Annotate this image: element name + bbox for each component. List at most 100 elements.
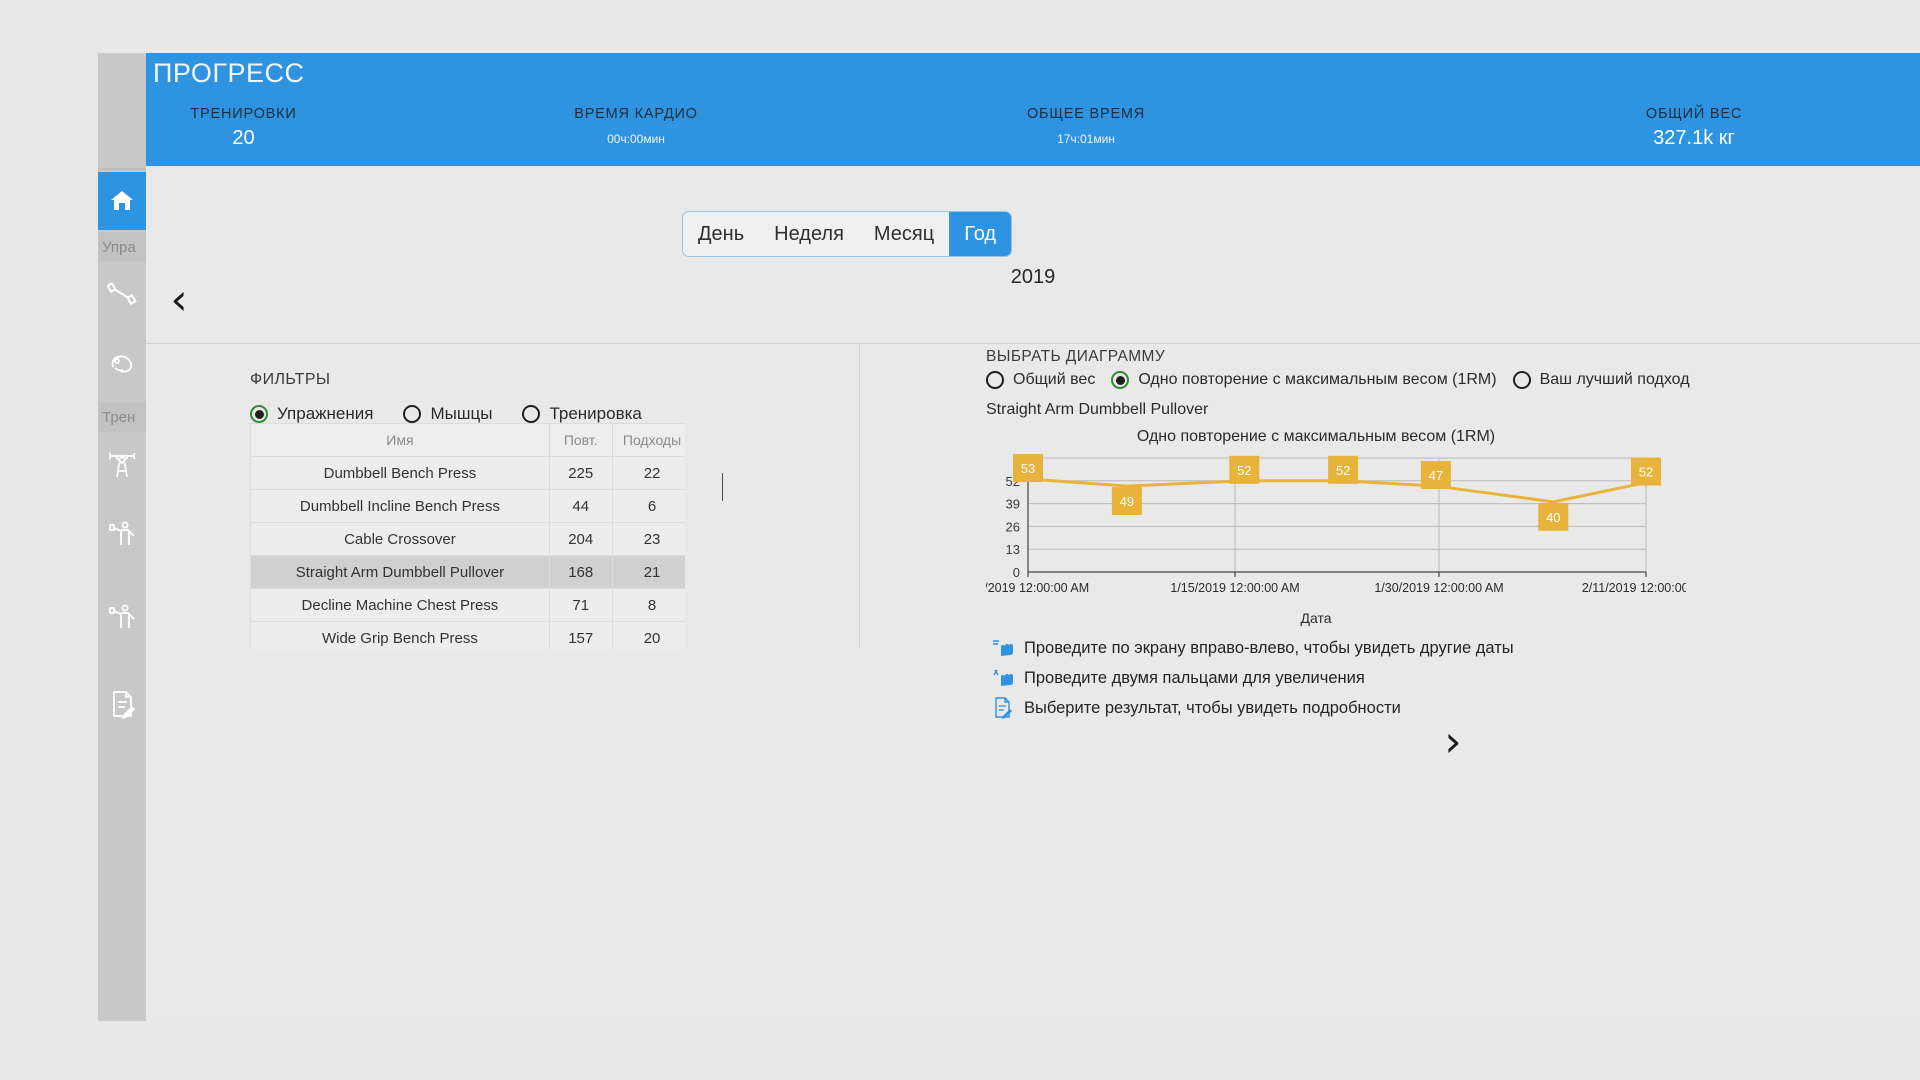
radio-unselected-icon	[1513, 371, 1531, 389]
exercise-table: Имя Повт. Подходы Объ Dumbbell Bench Pre…	[250, 423, 685, 649]
home-icon	[109, 189, 135, 213]
x-tick-label: 1/30/2019 12:00:00 AM	[1374, 581, 1503, 595]
cell-sets: 23	[612, 523, 685, 556]
table-row[interactable]: Straight Arm Dumbbell Pullover1682132	[251, 556, 686, 589]
filter-option-workout[interactable]: Тренировка	[522, 404, 641, 424]
chart-data-label[interactable]: 52	[1229, 456, 1259, 484]
stat-value: 00ч:00мин	[516, 132, 756, 146]
radio-selected-icon	[250, 405, 268, 423]
app-root: Упра Трен	[0, 0, 1920, 1080]
x-tick-label: 2/11/2019 12:00:00 AM	[1582, 581, 1686, 595]
sidebar-group-workouts: Трен	[98, 402, 146, 432]
sidebar-item-barbell-person[interactable]	[98, 435, 146, 493]
svg-text:53: 53	[1021, 461, 1035, 476]
chart-data-label[interactable]: 53	[1013, 454, 1043, 482]
sidebar-item-person-dumbbell-2[interactable]	[98, 588, 146, 646]
filter-option-exercises[interactable]: Упражнения	[250, 404, 373, 424]
document-select-icon	[990, 697, 1016, 719]
chart-data-label[interactable]: 40	[1538, 503, 1568, 531]
stat-workouts: ТРЕНИРОВКИ 20	[156, 106, 331, 150]
radio-selected-icon	[1111, 371, 1129, 389]
cell-name: Dumbbell Bench Press	[251, 457, 550, 490]
cell-sets: 8	[612, 589, 685, 622]
radio-unselected-icon	[986, 371, 1004, 389]
radio-unselected-icon	[522, 405, 540, 423]
chart-option-label: Ваш лучший подход	[1540, 371, 1690, 389]
sidebar-item-home[interactable]	[98, 172, 146, 230]
hint-text: Выберите результат, чтобы увидеть подроб…	[1024, 699, 1401, 718]
document-edit-icon	[108, 689, 136, 719]
column-header-name[interactable]: Имя	[251, 424, 550, 457]
hint-swipe: Проведите по экрану вправо-влево, чтобы …	[990, 633, 1514, 663]
progress-chart[interactable]: Одно повторение с максимальным весом (1R…	[986, 428, 1686, 623]
chart-canvas[interactable]: 0132639521/1/2019 12:00:00 AM1/15/2019 1…	[986, 450, 1686, 610]
exercise-table-scroll[interactable]: Имя Повт. Подходы Объ Dumbbell Bench Pre…	[250, 423, 685, 649]
radio-unselected-icon	[403, 405, 421, 423]
chart-type-radio-group: Общий вес Одно повторение с максимальным…	[986, 371, 1706, 389]
cell-sets: 21	[612, 556, 685, 589]
chart-data-label[interactable]: 52	[1328, 456, 1358, 484]
stat-label: ТРЕНИРОВКИ	[156, 106, 331, 122]
sidebar-item-dumbbell[interactable]	[98, 265, 146, 323]
sidebar-group-label: Упра	[102, 239, 136, 256]
hint-text: Проведите по экрану вправо-влево, чтобы …	[1024, 639, 1514, 658]
sidebar-group-exercises: Упра	[98, 232, 146, 262]
cell-name: Dumbbell Incline Bench Press	[251, 490, 550, 523]
svg-text:49: 49	[1120, 494, 1134, 509]
chart-data-label[interactable]: 49	[1112, 487, 1142, 515]
period-tab-group: День Неделя Месяц Год	[682, 211, 1012, 257]
chart-option-1rm[interactable]: Одно повторение с максимальным весом (1R…	[1111, 371, 1496, 389]
chart-x-axis-label: Дата	[986, 610, 1646, 626]
table-row[interactable]: Dumbbell Incline Bench Press44614	[251, 490, 686, 523]
column-header-sets[interactable]: Подходы	[612, 424, 685, 457]
swipe-horizontal-hand-icon	[990, 637, 1016, 659]
chart-column: ВЫБРАТЬ ДИАГРАММУ Общий вес Одно повторе…	[986, 53, 1920, 1021]
column-divider	[859, 344, 860, 648]
filter-label: Мышцы	[430, 404, 492, 424]
sidebar-group-label-2: Трен	[102, 409, 135, 426]
sidebar-item-log[interactable]	[98, 675, 146, 733]
cell-sets: 22	[612, 457, 685, 490]
table-body: Dumbbell Bench Press2252211Dumbbell Incl…	[251, 457, 686, 650]
cell-sets: 20	[612, 622, 685, 650]
svg-text:52: 52	[1237, 463, 1251, 478]
stat-value: 20	[156, 127, 331, 150]
main-panel: ПРОГРЕСС ТРЕНИРОВКИ 20 ВРЕМЯ КАРДИО 00ч:…	[146, 53, 1920, 1021]
sidebar-item-muscles[interactable]	[98, 333, 146, 391]
filter-option-muscles[interactable]: Мышцы	[403, 404, 492, 424]
chart-option-total-weight[interactable]: Общий вес	[986, 371, 1095, 389]
chart-option-best-set[interactable]: Ваш лучший подход	[1513, 371, 1690, 389]
cell-reps: 44	[549, 490, 612, 523]
chart-data-label[interactable]: 52	[1631, 458, 1661, 486]
dumbbell-icon	[107, 280, 137, 308]
svg-text:52: 52	[1336, 463, 1350, 478]
barbell-person-icon	[106, 449, 138, 479]
chart-select-caption: ВЫБРАТЬ ДИАГРАММУ	[986, 348, 1165, 366]
stat-label: ВРЕМЯ КАРДИО	[516, 106, 756, 122]
stat-cardio-time: ВРЕМЯ КАРДИО 00ч:00мин	[516, 106, 756, 146]
cell-sets: 6	[612, 490, 685, 523]
y-tick-label: 39	[1006, 497, 1020, 512]
page-title: ПРОГРЕСС	[153, 58, 304, 89]
filters-caption: ФИЛЬТРЫ	[250, 371, 672, 389]
person-dumbbell-2-icon	[107, 602, 137, 632]
table-row[interactable]: Decline Machine Chest Press71835	[251, 589, 686, 622]
svg-text:47: 47	[1429, 468, 1443, 483]
chart-data-label[interactable]: 47	[1421, 461, 1451, 489]
table-header-row: Имя Повт. Подходы Объ	[251, 424, 686, 457]
tab-month[interactable]: Месяц	[859, 212, 949, 256]
person-dumbbell-icon	[107, 519, 137, 549]
tab-day[interactable]: День	[683, 212, 759, 256]
cell-name: Cable Crossover	[251, 523, 550, 556]
table-row[interactable]: Cable Crossover2042326	[251, 523, 686, 556]
column-header-reps[interactable]: Повт.	[549, 424, 612, 457]
svg-text:52: 52	[1639, 465, 1653, 480]
y-tick-label: 0	[1013, 565, 1020, 580]
sidebar-item-person-dumbbell[interactable]	[98, 505, 146, 563]
tab-week[interactable]: Неделя	[759, 212, 859, 256]
x-tick-label: 1/15/2019 12:00:00 AM	[1170, 581, 1299, 595]
table-row[interactable]: Dumbbell Bench Press2252211	[251, 457, 686, 490]
filter-label: Тренировка	[549, 404, 641, 424]
table-row[interactable]: Wide Grip Bench Press1572047	[251, 622, 686, 650]
cell-reps: 157	[549, 622, 612, 650]
